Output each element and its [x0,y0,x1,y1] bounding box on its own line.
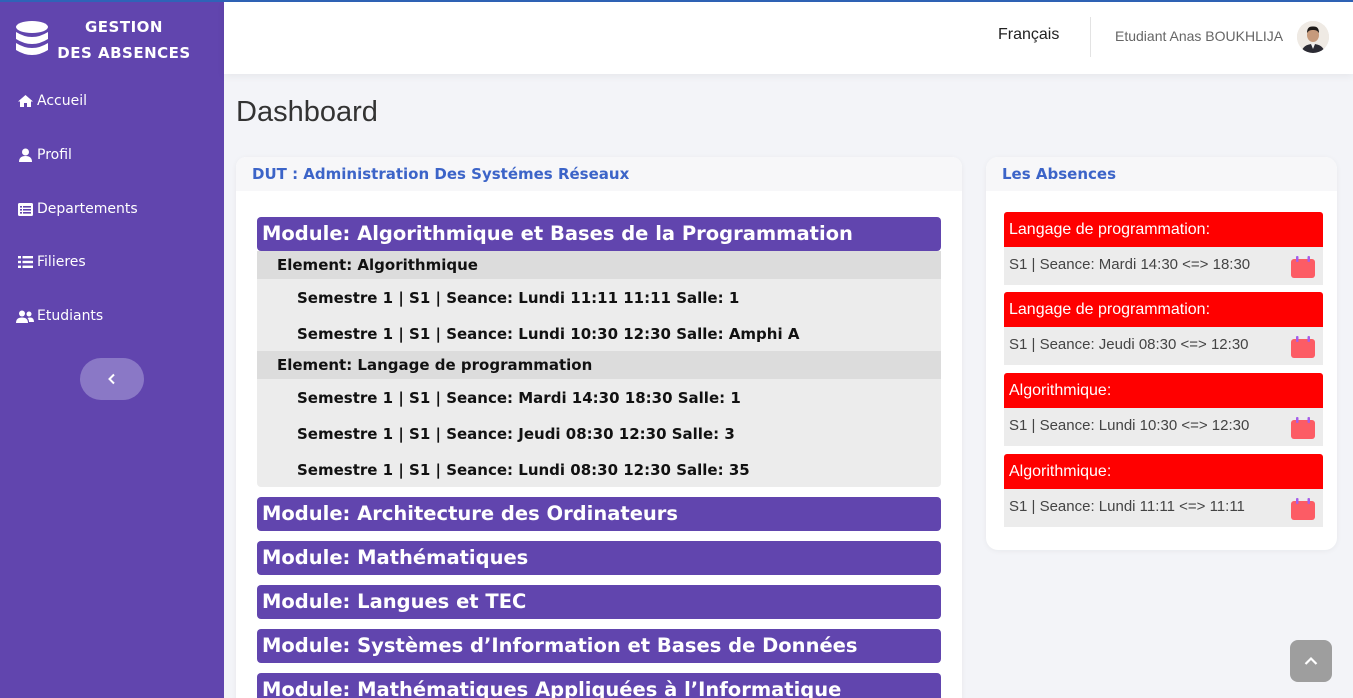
absence-detail: S1 | Seance: Mardi 14:30 <=> 18:30 [1009,256,1251,273]
user-photo [1297,21,1329,53]
calendar-icon[interactable] [1291,336,1315,358]
absences-title: Les Absences [986,157,1337,191]
absence-detail: S1 | Seance: Lundi 11:11 <=> 11:11 [1009,498,1245,515]
list-alt-icon [16,202,34,216]
sidebar-item-accueil[interactable]: Accueil [16,90,87,112]
users-icon [16,309,34,323]
module-header[interactable]: Module: Architecture des Ordinateurs [257,497,941,531]
topbar-divider [1090,17,1091,57]
brand-title: GESTION DES ABSENCES [54,14,194,66]
sidebar-item-etudiants[interactable]: Etudiants [16,305,103,327]
module-header[interactable]: Module: Langues et TEC [257,585,941,619]
absence-row: S1 | Seance: Mardi 14:30 <=> 18:30 [1004,247,1323,285]
sidebar-item-label: Accueil [37,93,87,109]
absence-row: S1 | Seance: Lundi 10:30 <=> 12:30 [1004,408,1323,446]
formation-title: DUT : Administration Des Systémes Réseau… [236,157,962,191]
sidebar: GESTION DES ABSENCES Accueil Profil Depa… [0,2,224,698]
database-icon [16,21,48,55]
brand-line-2: DES ABSENCES [57,44,191,62]
brand[interactable]: GESTION DES ABSENCES [12,14,212,64]
calendar-icon[interactable] [1291,417,1315,439]
calendar-icon[interactable] [1291,256,1315,278]
language-selector[interactable]: Français [998,26,1059,44]
chevron-left-icon [108,373,115,385]
sidebar-collapse-button[interactable] [80,358,144,400]
seance-item: Semestre 1 | S1 | Seance: Lundi 10:30 12… [297,325,800,343]
absence-detail: S1 | Seance: Jeudi 08:30 <=> 12:30 [1009,336,1249,353]
brand-line-1: GESTION [85,18,163,36]
absence-row: S1 | Seance: Jeudi 08:30 <=> 12:30 [1004,327,1323,365]
user-icon [16,148,34,162]
module-header[interactable]: Module: Mathématiques [257,541,941,575]
scroll-top-button[interactable] [1290,640,1332,682]
element-header: Element: Algorithmique [257,251,941,279]
topbar: Français Etudiant Anas BOUKHLIJA [224,2,1353,74]
absence-title: Langage de programmation: [1004,292,1323,327]
absence-detail: S1 | Seance: Lundi 10:30 <=> 12:30 [1009,417,1250,434]
sidebar-item-label: Filieres [37,254,86,270]
seance-item: Semestre 1 | S1 | Seance: Lundi 11:11 11… [297,289,740,307]
sidebar-item-label: Profil [37,147,72,163]
calendar-icon[interactable] [1291,498,1315,520]
module-header[interactable]: Module: Systèmes d’Information et Bases … [257,629,941,663]
module-body: Element: Algorithmique Semestre 1 | S1 |… [257,251,941,487]
chevron-up-icon [1304,656,1318,665]
sidebar-item-profil[interactable]: Profil [16,144,72,166]
module-header[interactable]: Module: Algorithmique et Bases de la Pro… [257,217,941,251]
home-icon [16,94,34,108]
list-icon [16,255,34,269]
seance-item: Semestre 1 | S1 | Seance: Jeudi 08:30 12… [297,425,735,443]
sidebar-item-filieres[interactable]: Filieres [16,251,86,273]
absence-title: Langage de programmation: [1004,212,1323,247]
page-title: Dashboard [236,96,378,128]
seance-item: Semestre 1 | S1 | Seance: Lundi 08:30 12… [297,461,750,479]
module-header[interactable]: Module: Mathématiques Appliquées à l’Inf… [257,673,941,698]
sidebar-item-departements[interactable]: Departements [16,198,138,220]
user-name[interactable]: Etudiant Anas BOUKHLIJA [1115,28,1283,44]
formation-card: DUT : Administration Des Systémes Réseau… [236,157,962,698]
seance-item: Semestre 1 | S1 | Seance: Mardi 14:30 18… [297,389,741,407]
sidebar-item-label: Departements [37,201,138,217]
element-header: Element: Langage de programmation [257,351,941,379]
avatar[interactable] [1297,21,1329,53]
absence-title: Algorithmique: [1004,454,1323,489]
absence-row: S1 | Seance: Lundi 11:11 <=> 11:11 [1004,489,1323,527]
absence-title: Algorithmique: [1004,373,1323,408]
absences-card: Les Absences Langage de programmation: S… [986,157,1337,550]
sidebar-item-label: Etudiants [37,308,104,324]
